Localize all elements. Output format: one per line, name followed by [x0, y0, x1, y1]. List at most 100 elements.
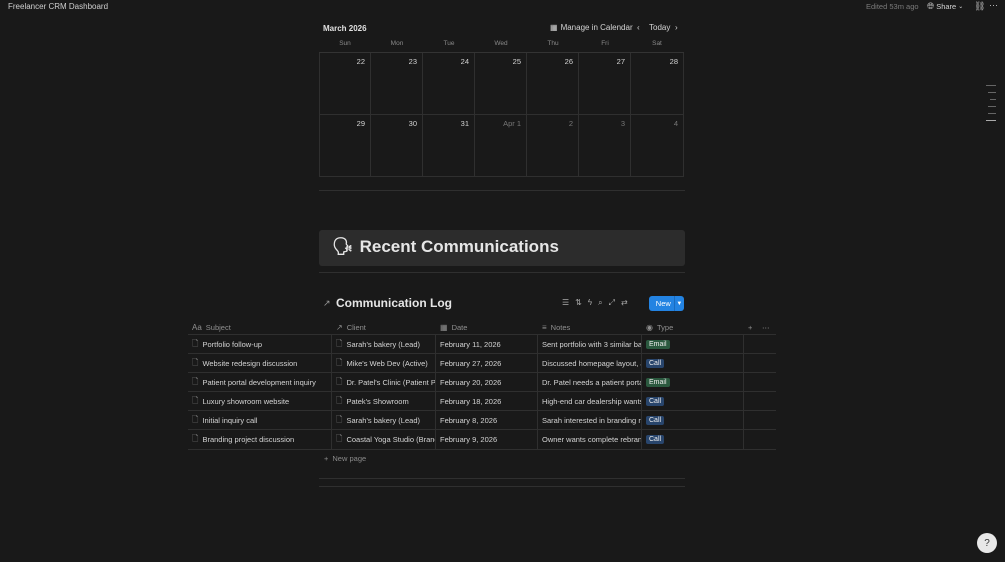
cell-type[interactable]: Email	[642, 373, 744, 392]
more-options-icon[interactable]: ⋯	[762, 320, 770, 334]
new-record-button[interactable]: New ▼	[649, 296, 684, 311]
filter-icon[interactable]: ☰	[562, 298, 569, 308]
calendar-day[interactable]: 26	[527, 53, 579, 115]
calendar-day[interactable]: 23	[371, 53, 423, 115]
settings-icon[interactable]: ⇄	[621, 298, 628, 308]
cell-notes[interactable]: Discussed homepage layout, a	[538, 354, 642, 373]
cell-notes[interactable]: Sarah interested in branding re	[538, 411, 642, 430]
table-row[interactable]: 🗋 Branding project discussion 🗋 Coastal Yo…	[188, 429, 776, 449]
cell-date[interactable]: February 20, 2026	[436, 373, 538, 392]
calendar-day[interactable]: 28	[631, 53, 684, 115]
cell-client[interactable]: 🗋 Patek's Showroom	[332, 392, 436, 411]
column-label: Type	[656, 322, 674, 332]
column-header-type[interactable]: ◉ Type	[646, 320, 673, 334]
add-property-icon[interactable]: +	[748, 320, 752, 334]
cell-subject[interactable]: 🗋 Patient portal development inquiry	[188, 373, 332, 392]
calendar-day[interactable]: 2	[527, 115, 579, 177]
client-text: Sarah's bakery (Lead)	[346, 340, 420, 349]
day-number: 4	[673, 119, 678, 128]
day-number: 22	[356, 57, 365, 66]
cell-subject[interactable]: 🗋 Luxury showroom website	[188, 392, 332, 411]
chevron-down-icon[interactable]: ▼	[673, 296, 684, 311]
calendar-day[interactable]: 24	[423, 53, 475, 115]
outline-mark[interactable]	[988, 92, 996, 93]
calendar-day[interactable]: 31	[423, 115, 475, 177]
sort-icon[interactable]: ⇅	[575, 298, 582, 308]
cell-subject[interactable]: 🗋 Branding project discussion	[188, 430, 332, 449]
cell-type[interactable]: Email	[642, 335, 744, 354]
calendar-day[interactable]: 3	[579, 115, 631, 177]
subject-text: Portfolio follow-up	[202, 340, 263, 349]
cell-notes[interactable]: Dr. Patel needs a patient portal	[538, 373, 642, 392]
next-month-icon[interactable]: ›	[675, 23, 678, 32]
calendar-day[interactable]: 25	[475, 53, 527, 115]
column-header-client[interactable]: ↗ Client	[336, 320, 366, 334]
day-number: 27	[616, 57, 625, 66]
share-button[interactable]: 🌐︎ Share ⌄	[927, 1, 963, 12]
calendar-day[interactable]: 27	[579, 53, 631, 115]
help-button[interactable]: ?	[977, 533, 997, 553]
cell-type[interactable]: Call	[642, 354, 744, 373]
cell-type[interactable]: Call	[642, 392, 744, 411]
cell-client[interactable]: 🗋 Dr. Patel's Clinic (Patient Po	[332, 373, 436, 392]
type-tag: Call	[646, 359, 665, 368]
cell-client[interactable]: 🗋 Sarah's bakery (Lead)	[332, 411, 436, 430]
expand-icon[interactable]: ⤢	[609, 298, 615, 308]
cell-notes[interactable]: Sent portfolio with 3 similar bak	[538, 335, 642, 354]
cell-subject[interactable]: 🗋 Portfolio follow-up	[188, 335, 332, 354]
weekday-thu: Thu	[547, 40, 559, 47]
table-row[interactable]: 🗋 Portfolio follow-up 🗋 Sarah's bakery (Le…	[188, 334, 776, 354]
cell-type[interactable]: Call	[642, 411, 744, 430]
type-tag: Call	[646, 435, 665, 444]
outline-mark[interactable]	[986, 85, 996, 86]
page-icon: 🗋	[336, 414, 343, 424]
automation-icon[interactable]: ϟ	[588, 298, 592, 308]
new-page-button[interactable]: + New page	[324, 454, 366, 463]
calendar-day[interactable]: 4	[631, 115, 684, 177]
cell-notes[interactable]: Owner wants complete rebranc	[538, 430, 642, 449]
cell-type[interactable]: Call	[642, 430, 744, 449]
help-icon: ?	[984, 537, 990, 549]
table-row[interactable]: 🗋 Website redesign discussion 🗋 Mike's Web…	[188, 353, 776, 373]
outline-mark[interactable]	[988, 113, 996, 114]
database-title[interactable]: Communication Log	[336, 296, 452, 310]
calendar-day[interactable]: 30	[371, 115, 423, 177]
calendar-day[interactable]: 22	[319, 53, 371, 115]
table-row[interactable]: 🗋 Luxury showroom website 🗋 Patek's Showro…	[188, 391, 776, 411]
subject-text: Patient portal development inquiry	[202, 378, 316, 387]
calendar-day[interactable]: 29	[319, 115, 371, 177]
cell-subject[interactable]: 🗋 Website redesign discussion	[188, 354, 332, 373]
page-icon: 🗋	[336, 376, 343, 386]
outline-mark[interactable]	[990, 99, 996, 100]
cell-date[interactable]: February 18, 2026	[436, 392, 538, 411]
outline-mark[interactable]	[988, 106, 996, 107]
outline-mark[interactable]	[986, 120, 996, 121]
table-row[interactable]: 🗋 Patient portal development inquiry 🗋 Dr.…	[188, 372, 776, 392]
chevron-down-icon: ⌄	[958, 4, 964, 10]
column-header-date[interactable]: ▦ Date	[440, 320, 467, 334]
open-database-arrow-icon[interactable]: ↗	[323, 298, 331, 309]
link-icon[interactable]: ⛓	[974, 1, 985, 12]
cell-client[interactable]: 🗋 Coastal Yoga Studio (Brand	[332, 430, 436, 449]
cell-date[interactable]: February 27, 2026	[436, 354, 538, 373]
page-breadcrumb-title[interactable]: Freelancer CRM Dashboard	[8, 2, 108, 11]
cell-client[interactable]: 🗋 Mike's Web Dev (Active)	[332, 354, 436, 373]
search-icon[interactable]: ⌕	[598, 298, 602, 308]
manage-in-calendar-button[interactable]: ▦ Manage in Calendar	[550, 23, 633, 32]
previous-month-icon[interactable]: ‹	[637, 23, 640, 32]
day-number: 29	[356, 119, 365, 128]
more-options-icon[interactable]: ⋯	[989, 0, 998, 11]
cell-notes[interactable]: High-end car dealership wants	[538, 392, 642, 411]
calendar-grid: 22 23 24 25 26 27 28 29 30 31 Apr 1 2 3 …	[319, 52, 684, 179]
cell-client[interactable]: 🗋 Sarah's bakery (Lead)	[332, 335, 436, 354]
today-button[interactable]: Today	[649, 23, 670, 32]
cell-date[interactable]: February 8, 2026	[436, 411, 538, 430]
calendar-day[interactable]: Apr 1	[475, 115, 527, 177]
cell-subject[interactable]: 🗋 Initial inquiry call	[188, 411, 332, 430]
column-header-subject[interactable]: Aa Subject	[192, 320, 231, 334]
table-row[interactable]: 🗋 Initial inquiry call 🗋 Sarah's bakery (L…	[188, 410, 776, 430]
cell-date[interactable]: February 9, 2026	[436, 430, 538, 449]
divider	[319, 478, 685, 479]
column-header-notes[interactable]: ≡ Notes	[542, 320, 570, 334]
cell-date[interactable]: February 11, 2026	[436, 335, 538, 354]
